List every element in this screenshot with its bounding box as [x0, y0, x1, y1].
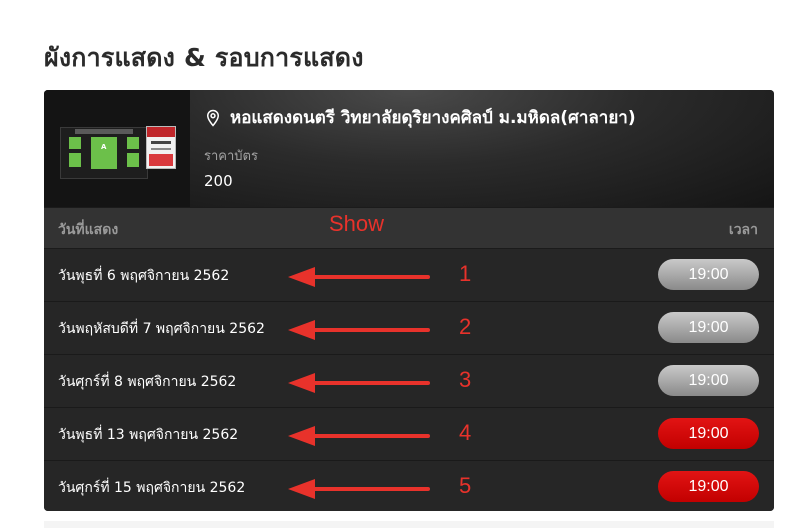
annotation-number: 2	[459, 314, 472, 339]
seatmap-thumbnail[interactable]: A	[44, 90, 190, 207]
venue-info: หอแสดงดนตรี วิทยาลัยดุริยางคศิลป์ ม.มหิด…	[204, 104, 636, 190]
event-poster-image	[146, 126, 176, 169]
annotation-arrow-icon	[288, 426, 430, 446]
page: ผังการแสดง & รอบการแสดง A หอแสดงดนตรี วิ…	[0, 0, 798, 528]
seatmap-block	[69, 137, 81, 149]
showtime-button[interactable]: 19:00	[658, 259, 759, 290]
annotation-number: 1	[459, 261, 472, 286]
showtime-button[interactable]: 19:00	[658, 471, 759, 502]
show-date: วันพุธที่ 6 พฤศจิกายน 2562	[58, 268, 230, 284]
showtime-table-header: วันที่แสดง Show เวลา	[44, 207, 774, 249]
show-date: วันพุธที่ 13 พฤศจิกายน 2562	[58, 427, 239, 443]
showtime-row: วันพฤหัสบดีที่ 7 พฤศจิกายน 2562 2 19:00	[44, 302, 774, 355]
showtime-row: วันศุกร์ที่ 15 พฤศจิกายน 2562 5 19:00	[44, 461, 774, 511]
seatmap-stage	[75, 129, 133, 134]
price-value: 200	[204, 172, 233, 190]
seatmap-block-label: A	[101, 143, 107, 151]
seatmap-block	[127, 137, 139, 149]
show-date: วันศุกร์ที่ 8 พฤศจิกายน 2562	[58, 374, 237, 390]
showtime-rows: วันพุธที่ 6 พฤศจิกายน 2562 1 19:00 วันพฤ…	[44, 249, 774, 511]
showtime-row: วันพุธที่ 6 พฤศจิกายน 2562 1 19:00	[44, 249, 774, 302]
showtime-button[interactable]: 19:00	[658, 418, 759, 449]
venue-header: A หอแสดงดนตรี วิทยาลัยดุริยางคศิลป์ ม.มห…	[44, 90, 774, 207]
showtime-button[interactable]: 19:00	[658, 365, 759, 396]
seatmap-block	[127, 153, 139, 167]
annotation-number: 5	[459, 473, 472, 498]
date-column-header: วันที่แสดง	[58, 222, 119, 238]
location-pin-icon	[204, 109, 222, 127]
time-column-header: เวลา	[728, 222, 758, 238]
show-date: วันศุกร์ที่ 15 พฤศจิกายน 2562	[58, 480, 246, 496]
annotation-arrow-icon	[288, 320, 430, 340]
price-label: ราคาบัตร	[204, 149, 258, 164]
showtime-row: วันพุธที่ 13 พฤศจิกายน 2562 4 19:00	[44, 408, 774, 461]
section-title: ผังการแสดง & รอบการแสดง	[44, 43, 364, 72]
showtime-button[interactable]: 19:00	[658, 312, 759, 343]
venue-name: หอแสดงดนตรี วิทยาลัยดุริยางคศิลป์ ม.มหิด…	[230, 108, 636, 128]
seatmap-image: A	[60, 127, 148, 179]
annotation-show-label: Show	[329, 211, 385, 236]
annotation-number: 4	[459, 420, 472, 445]
annotation-number: 3	[459, 367, 472, 392]
seatmap-block	[69, 153, 81, 167]
bottom-divider	[44, 521, 774, 528]
showtime-card: A หอแสดงดนตรี วิทยาลัยดุริยางคศิลป์ ม.มห…	[44, 90, 774, 511]
show-date: วันพฤหัสบดีที่ 7 พฤศจิกายน 2562	[58, 321, 265, 337]
annotation-arrow-icon	[288, 479, 430, 499]
annotation-arrow-icon	[288, 373, 430, 393]
annotation-arrow-icon	[288, 267, 430, 287]
seatmap-block	[91, 137, 117, 169]
showtime-row: วันศุกร์ที่ 8 พฤศจิกายน 2562 3 19:00	[44, 355, 774, 408]
venue-name-row: หอแสดงดนตรี วิทยาลัยดุริยางคศิลป์ ม.มหิด…	[204, 104, 636, 131]
